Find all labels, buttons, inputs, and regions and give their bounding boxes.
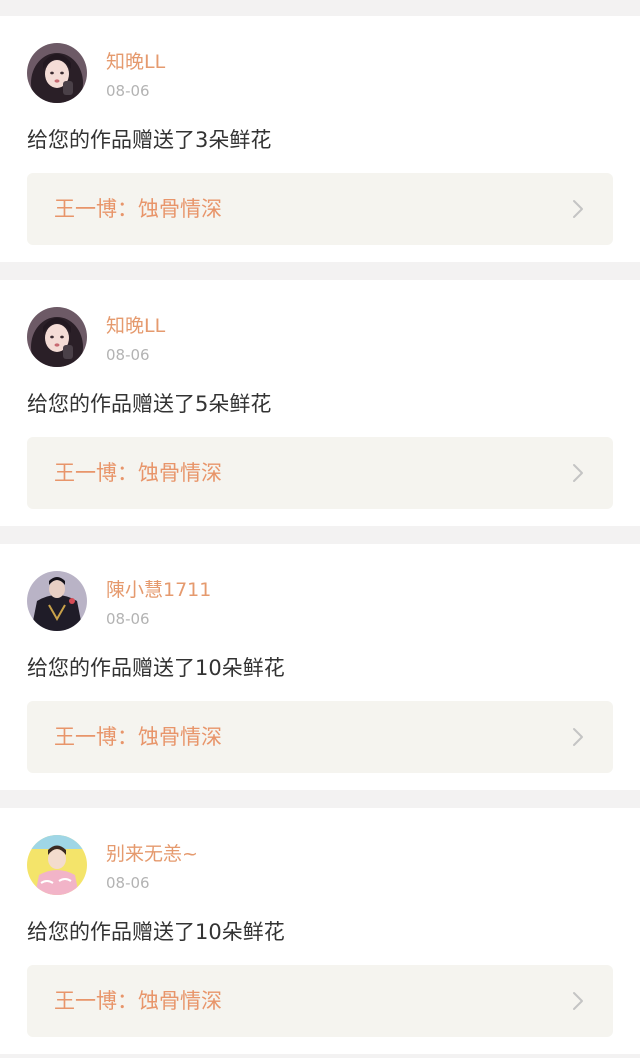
avatar-girl-dark-hair-icon [27,307,87,367]
avatar-boy-yellow-background-icon [27,835,87,895]
user-avatar[interactable] [27,43,87,103]
gift-message: 给您的作品赠送了10朵鲜花 [27,920,285,944]
work-link-button[interactable]: 王一博：蚀骨情深 [27,965,613,1037]
work-link-button[interactable]: 王一博：蚀骨情深 [27,701,613,773]
work-link-button[interactable]: 王一博：蚀骨情深 [27,437,613,509]
username[interactable]: 别来无恙~ [106,842,198,866]
notification-card: 知晚LL 08-06 给您的作品赠送了3朵鲜花 王一博：蚀骨情深 [0,16,640,262]
work-title: 王一博：蚀骨情深 [54,461,222,485]
gift-message: 给您的作品赠送了5朵鲜花 [27,392,272,416]
work-title: 王一博：蚀骨情深 [54,725,222,749]
post-date: 08-06 [106,874,150,892]
gift-message: 给您的作品赠送了3朵鲜花 [27,128,272,152]
post-date: 08-06 [106,610,150,628]
username[interactable]: 陳小慧1711 [106,578,211,602]
notification-card: 别来无恙~ 08-06 给您的作品赠送了10朵鲜花 王一博：蚀骨情深 [0,808,640,1054]
gift-message: 给您的作品赠送了10朵鲜花 [27,656,285,680]
chevron-right-icon [573,200,583,218]
notification-card: 知晚LL 08-06 给您的作品赠送了5朵鲜花 王一博：蚀骨情深 [0,280,640,526]
avatar-girl-dark-hair-icon [27,43,87,103]
user-avatar[interactable] [27,307,87,367]
post-date: 08-06 [106,82,150,100]
username[interactable]: 知晚LL [106,50,165,74]
avatar-man-dark-jacket-icon [27,571,87,631]
post-date: 08-06 [106,346,150,364]
work-title: 王一博：蚀骨情深 [54,197,222,221]
chevron-right-icon [573,992,583,1010]
work-link-button[interactable]: 王一博：蚀骨情深 [27,173,613,245]
user-avatar[interactable] [27,835,87,895]
chevron-right-icon [573,728,583,746]
work-title: 王一博：蚀骨情深 [54,989,222,1013]
user-avatar[interactable] [27,571,87,631]
username[interactable]: 知晚LL [106,314,165,338]
chevron-right-icon [573,464,583,482]
notification-card: 陳小慧1711 08-06 给您的作品赠送了10朵鲜花 王一博：蚀骨情深 [0,544,640,790]
